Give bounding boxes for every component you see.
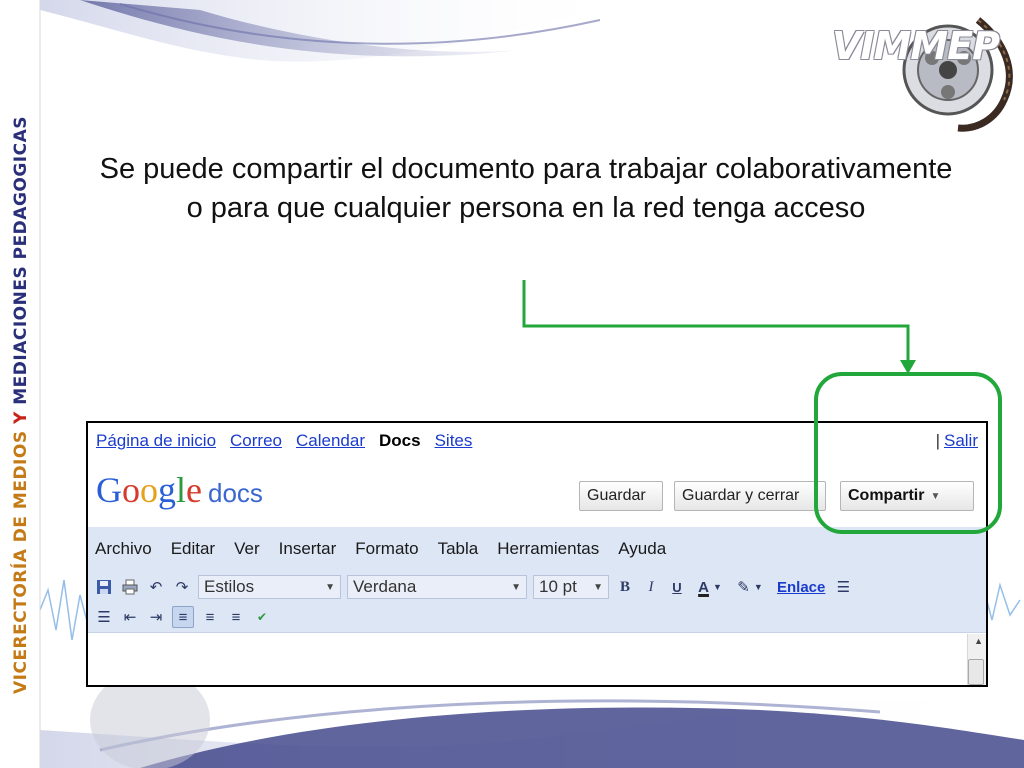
- bulleted-list-icon[interactable]: ☰: [94, 607, 114, 627]
- film-reel-logo-icon: [902, 17, 1013, 132]
- underline-button[interactable]: U: [667, 577, 687, 597]
- print-icon[interactable]: [120, 577, 140, 597]
- slide-caption: Se puede compartir el documento para tra…: [99, 153, 953, 224]
- save-and-close-button[interactable]: Guardar y cerrar: [674, 481, 826, 511]
- chevron-down-icon: ▼: [930, 490, 941, 502]
- menu-formato[interactable]: Formato: [355, 539, 418, 559]
- vertical-banner: VICERECTORÍA DE MEDIOS Y MEDIACIONES PED…: [6, 60, 36, 750]
- font-dropdown[interactable]: Verdana ▼: [347, 575, 527, 599]
- styles-dropdown[interactable]: Estilos ▼: [198, 575, 341, 599]
- italic-button[interactable]: I: [641, 577, 661, 597]
- google-docs-logo: Google docs: [96, 470, 263, 510]
- save-icon[interactable]: [94, 577, 114, 597]
- menu-editar[interactable]: Editar: [171, 539, 215, 559]
- logo-text: VIMMEP: [832, 24, 1000, 68]
- nav-separator: |: [935, 431, 940, 450]
- scroll-thumb[interactable]: [968, 659, 984, 685]
- top-navigation: Página de inicio Correo Calendar Docs Si…: [88, 423, 986, 459]
- text-color-icon[interactable]: A ▼: [693, 577, 727, 597]
- formatting-toolbar: ↶ ↷ Estilos ▼ Verdana ▼ 10 pt ▼ B I U A ▼ ✎ ▼…: [88, 571, 986, 633]
- align-left-icon[interactable]: ≡: [172, 606, 194, 628]
- menu-insertar[interactable]: Insertar: [279, 539, 337, 559]
- scroll-up-icon[interactable]: ▲: [974, 636, 983, 646]
- banner-text-part1: VICERECTORÍA DE MEDIOS: [11, 424, 31, 695]
- nav-link-calendar[interactable]: Calendar: [296, 431, 365, 451]
- align-right-icon[interactable]: ≡: [226, 607, 246, 627]
- menu-herramientas[interactable]: Herramientas: [497, 539, 599, 559]
- spellcheck-icon[interactable]: ✔: [252, 607, 272, 627]
- chevron-down-icon: ▼: [593, 581, 603, 593]
- menu-ver[interactable]: Ver: [234, 539, 260, 559]
- chevron-down-icon: ▼: [511, 581, 521, 593]
- banner-text-part2: Y: [11, 404, 31, 424]
- indent-icon[interactable]: ⇥: [146, 607, 166, 627]
- menu-ayuda[interactable]: Ayuda: [618, 539, 666, 559]
- bold-button[interactable]: B: [615, 577, 635, 597]
- nav-link-home[interactable]: Página de inicio: [96, 431, 216, 451]
- menu-tabla[interactable]: Tabla: [438, 539, 479, 559]
- chevron-down-icon: ▼: [325, 581, 335, 593]
- outdent-icon[interactable]: ⇤: [120, 607, 140, 627]
- sign-out-link[interactable]: Salir: [944, 431, 978, 451]
- google-docs-screenshot: Página de inicio Correo Calendar Docs Si…: [86, 421, 988, 687]
- nav-link-mail[interactable]: Correo: [230, 431, 282, 451]
- menu-bar: Archivo Editar Ver Insertar Formato Tabl…: [88, 527, 986, 571]
- save-button[interactable]: Guardar: [579, 481, 663, 511]
- redo-icon[interactable]: ↷: [172, 577, 192, 597]
- nav-current-docs: Docs: [379, 431, 421, 450]
- link-button[interactable]: Enlace: [777, 579, 825, 596]
- menu-archivo[interactable]: Archivo: [95, 539, 152, 559]
- document-editor-area[interactable]: [88, 634, 986, 685]
- align-center-icon[interactable]: ≡: [200, 607, 220, 627]
- share-button[interactable]: Compartir ▼: [840, 481, 974, 511]
- font-size-dropdown[interactable]: 10 pt ▼: [533, 575, 609, 599]
- nav-link-sites[interactable]: Sites: [435, 431, 473, 451]
- banner-text-part3: MEDIACIONES PEDAGOGICAS: [11, 115, 31, 405]
- numbered-list-icon[interactable]: ☰: [833, 577, 853, 597]
- highlight-icon[interactable]: ✎ ▼: [733, 577, 767, 597]
- undo-icon[interactable]: ↶: [146, 577, 166, 597]
